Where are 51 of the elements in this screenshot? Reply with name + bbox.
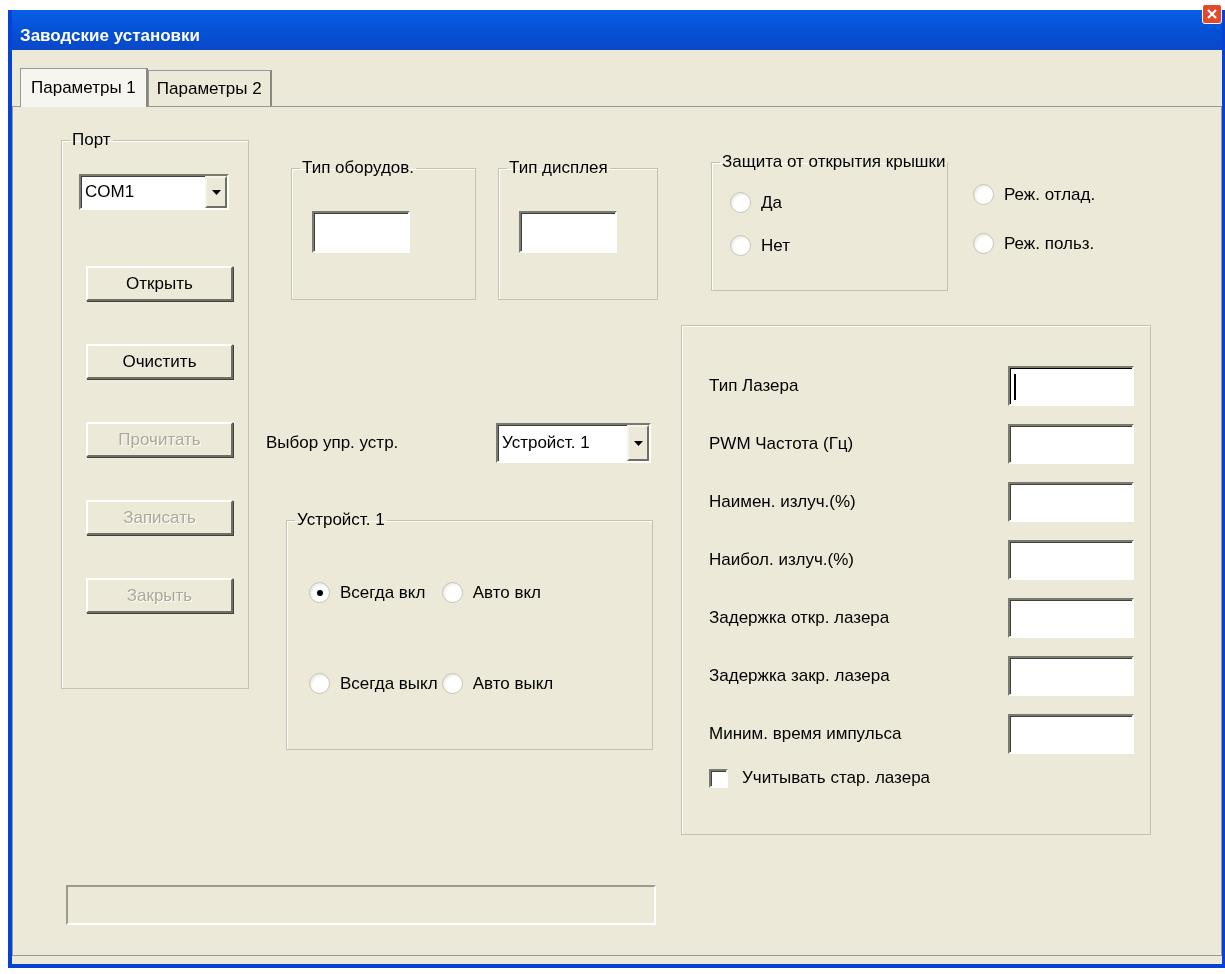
radio-button[interactable] bbox=[973, 184, 994, 205]
radio-button[interactable] bbox=[973, 233, 994, 254]
button[interactable]: Очистить bbox=[86, 344, 233, 379]
radio-button[interactable] bbox=[730, 192, 751, 213]
group-title: Тип оборудов. bbox=[301, 158, 416, 178]
field-label: Задержка откр. лазера bbox=[709, 608, 890, 628]
field-label: PWM Частота (Гц) bbox=[709, 434, 854, 454]
text-field[interactable] bbox=[1008, 714, 1134, 754]
radio-button[interactable] bbox=[309, 673, 330, 694]
close-icon bbox=[1207, 9, 1217, 19]
radio-label: Авто выкл bbox=[472, 673, 554, 694]
tab[interactable]: Параметры 2 bbox=[147, 70, 272, 106]
radio-label: Реж. польз. bbox=[1004, 233, 1095, 254]
text-field[interactable] bbox=[1008, 656, 1134, 696]
group-title: Устройст. 1 bbox=[296, 510, 386, 530]
radio-label: Нет bbox=[761, 235, 790, 256]
radio-label: Реж. отлад. bbox=[1004, 184, 1096, 205]
dropdown[interactable]: COM1 bbox=[79, 174, 229, 210]
close-button[interactable] bbox=[1202, 4, 1222, 24]
field-label: Миним. время импульса bbox=[709, 724, 902, 744]
text-field[interactable] bbox=[519, 211, 617, 253]
checkbox[interactable] bbox=[709, 768, 728, 788]
checkbox-label: Учитывать стар. лазера bbox=[742, 768, 931, 788]
radio-button[interactable] bbox=[441, 673, 463, 694]
radio-label: Всегда выкл bbox=[340, 673, 438, 694]
field-label: Выбор упр. устр. bbox=[266, 433, 400, 453]
radio-label: Всегда вкл bbox=[340, 582, 426, 603]
field-label: Наимен. излуч.(%) bbox=[709, 492, 856, 512]
caret-icon bbox=[627, 425, 649, 461]
tab[interactable]: Параметры 1 bbox=[20, 68, 148, 107]
group-title: Тип дисплея bbox=[508, 158, 609, 178]
text-field[interactable] bbox=[1008, 540, 1134, 580]
text-field[interactable] bbox=[1008, 366, 1134, 406]
window-title: Заводские установки bbox=[20, 26, 200, 46]
radio-button[interactable] bbox=[730, 235, 751, 256]
dropdown[interactable]: Устройст. 1 bbox=[496, 423, 651, 463]
field-label: Задержка закр. лазера bbox=[709, 666, 890, 686]
radio-button[interactable] bbox=[441, 582, 463, 603]
field-label: Наибол. излуч.(%) bbox=[709, 550, 854, 570]
group-title: Порт bbox=[71, 130, 112, 150]
text-field[interactable] bbox=[1008, 424, 1134, 464]
radio-label: Да bbox=[761, 192, 782, 213]
text-field[interactable] bbox=[1008, 598, 1134, 638]
button[interactable]: Открыть bbox=[86, 266, 233, 301]
group-title: Защита от открытия крышки bbox=[721, 152, 947, 172]
radio-button[interactable] bbox=[309, 582, 330, 603]
caret-icon bbox=[205, 176, 227, 208]
field-label: Тип Лазера bbox=[709, 376, 799, 396]
text-field[interactable] bbox=[1008, 482, 1134, 522]
radio-label: Авто вкл bbox=[472, 582, 541, 603]
text-field[interactable] bbox=[312, 211, 410, 253]
